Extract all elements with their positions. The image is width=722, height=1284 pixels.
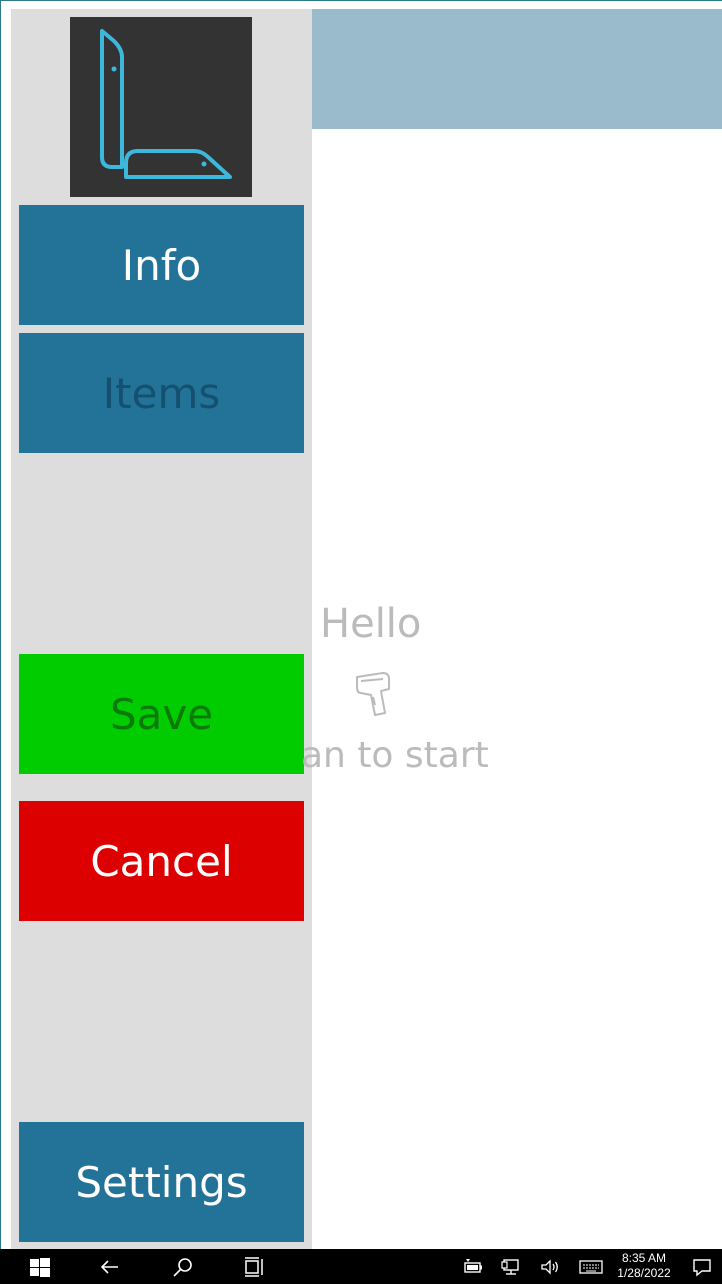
settings-button[interactable]: Settings xyxy=(19,1122,304,1242)
greeting-text: Hello xyxy=(320,601,422,647)
taskbar: 8:35 AM 1/28/2022 xyxy=(0,1249,722,1284)
window-left-strip xyxy=(2,2,11,1249)
task-view-icon[interactable] xyxy=(243,1255,267,1279)
items-button-label: Items xyxy=(102,368,221,418)
taskbar-clock[interactable]: 8:35 AM 1/28/2022 xyxy=(612,1251,676,1281)
battery-icon[interactable] xyxy=(461,1255,485,1279)
notifications-icon[interactable] xyxy=(690,1255,714,1279)
settings-button-label: Settings xyxy=(75,1157,248,1207)
save-button-label: Save xyxy=(109,689,214,739)
save-button[interactable]: Save xyxy=(19,654,304,774)
cancel-button-label: Cancel xyxy=(90,836,233,886)
clock-time: 8:35 AM xyxy=(621,1251,667,1265)
clock-date: 1/28/2022 xyxy=(617,1266,671,1280)
windows-start-icon[interactable] xyxy=(28,1255,52,1279)
search-icon[interactable] xyxy=(171,1255,195,1279)
keyboard-icon[interactable] xyxy=(578,1255,603,1279)
header-band xyxy=(312,9,722,129)
l-bracket-logo-icon xyxy=(70,17,252,197)
network-icon[interactable] xyxy=(500,1255,524,1279)
volume-icon[interactable] xyxy=(538,1255,562,1279)
info-button-label: Info xyxy=(121,240,202,290)
scan-instruction-text: an to start xyxy=(301,735,489,776)
info-button[interactable]: Info xyxy=(19,205,304,325)
back-arrow-icon[interactable] xyxy=(98,1255,122,1279)
barcode-scanner-icon xyxy=(353,669,393,719)
items-button[interactable]: Items xyxy=(19,333,304,453)
cancel-button[interactable]: Cancel xyxy=(19,801,304,921)
app-window: Info Items Save Cancel Settings Hello an… xyxy=(0,0,722,1249)
